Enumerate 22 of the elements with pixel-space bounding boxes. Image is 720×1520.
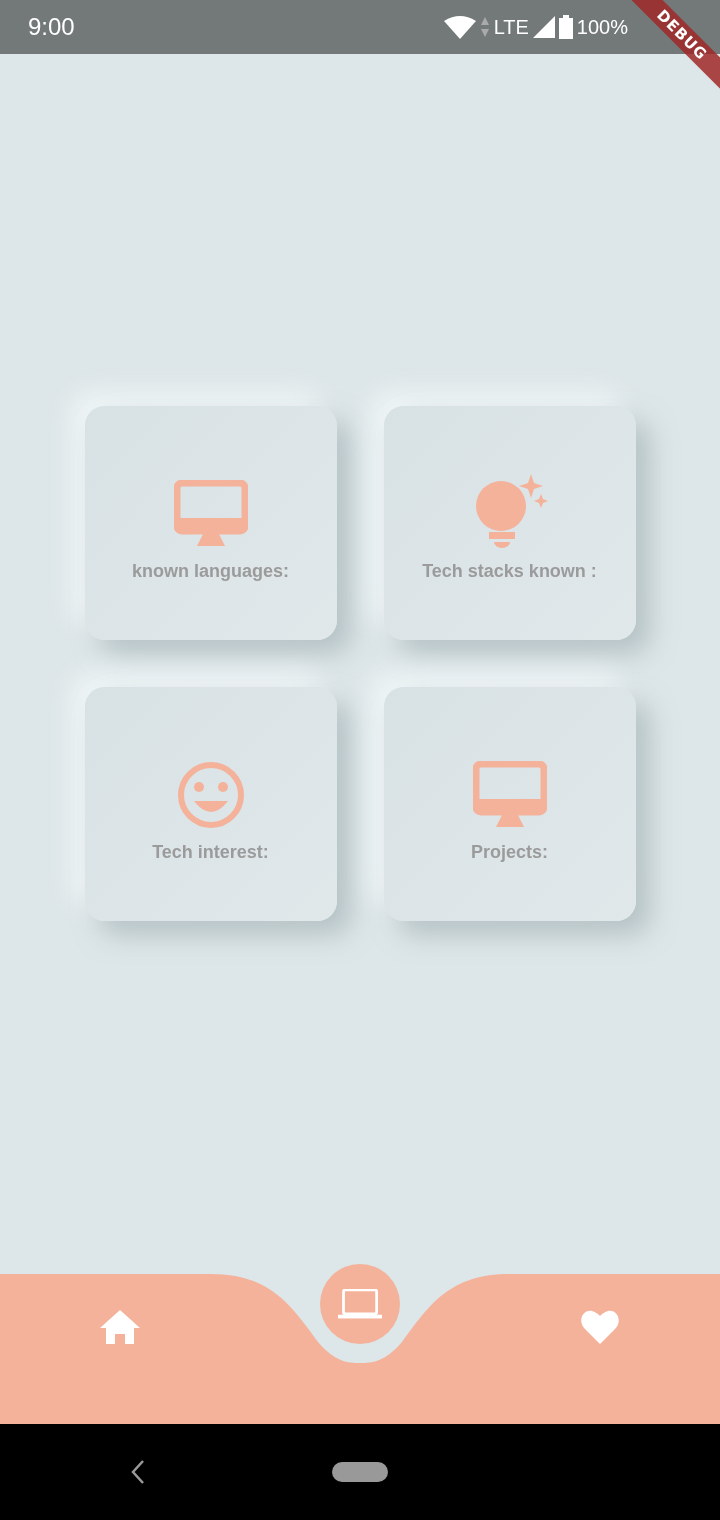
network-type: LTE xyxy=(493,15,529,40)
card[interactable]: Tech interest: xyxy=(84,687,337,921)
card[interactable]: Tech stacks known : xyxy=(383,406,636,640)
status-time: 9:00 xyxy=(28,12,75,42)
monitor-icon xyxy=(472,761,547,829)
card-label: Tech interest: xyxy=(152,841,269,864)
back-icon[interactable] xyxy=(130,1459,146,1485)
wifi-icon xyxy=(443,15,476,39)
card[interactable]: known languages: xyxy=(84,406,337,640)
home-icon xyxy=(100,1308,140,1344)
card-label: Projects: xyxy=(471,841,548,864)
battery-level: 100% xyxy=(576,15,628,40)
card[interactable]: Projects: xyxy=(383,687,636,921)
battery-icon xyxy=(558,15,573,39)
laptop-icon xyxy=(337,1289,383,1319)
home-pill[interactable] xyxy=(332,1462,388,1482)
monitor-icon xyxy=(173,480,248,548)
card-label: Tech stacks known : xyxy=(422,560,597,583)
signal-icon xyxy=(532,16,555,38)
data-activity-icon xyxy=(479,16,490,38)
card-label: known languages: xyxy=(132,560,289,583)
smiley-icon xyxy=(176,761,245,829)
